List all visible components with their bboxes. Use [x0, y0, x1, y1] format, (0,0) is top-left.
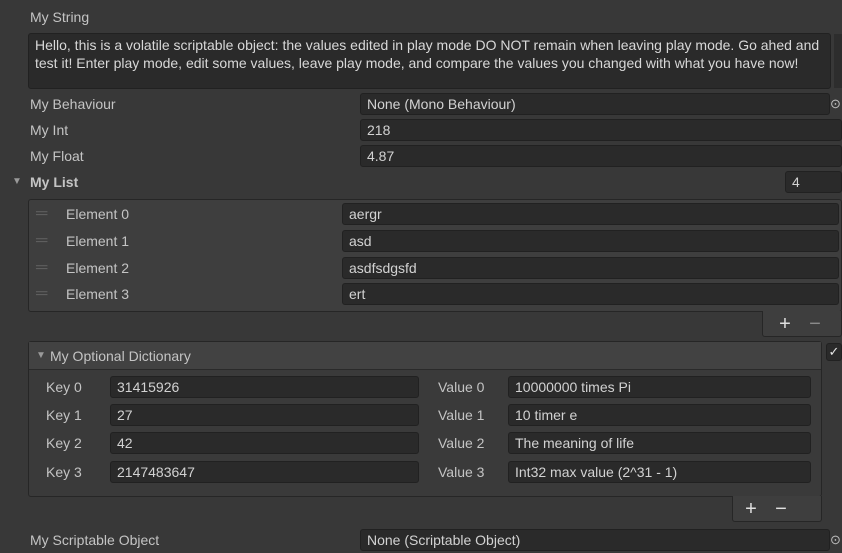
- list-element-label: Element 0: [66, 206, 130, 222]
- dict-value-label: Value 0: [438, 379, 485, 395]
- my-string-textarea[interactable]: Hello, this is a volatile scriptable obj…: [28, 33, 831, 89]
- drag-handle-icon[interactable]: ═: [36, 283, 47, 305]
- dictionary-enabled-checkbox[interactable]: ✓: [826, 343, 842, 361]
- my-behaviour-field[interactable]: None (Mono Behaviour): [360, 93, 830, 115]
- dict-key-label: Key 0: [46, 379, 82, 395]
- list-element-field[interactable]: aergr: [342, 203, 839, 225]
- my-list-size-field[interactable]: 4: [785, 171, 842, 193]
- drag-handle-icon[interactable]: ═: [36, 230, 47, 252]
- dict-key-label: Key 1: [46, 407, 82, 423]
- my-string-scrollbar[interactable]: [834, 34, 842, 88]
- my-float-label: My Float: [30, 148, 84, 164]
- dict-key-field[interactable]: 2147483647: [110, 461, 419, 483]
- dict-key-label: Key 2: [46, 435, 82, 451]
- dict-key-label: Key 3: [46, 464, 82, 480]
- dict-key-field[interactable]: 27: [110, 404, 419, 426]
- drag-handle-icon[interactable]: ═: [36, 257, 47, 279]
- dict-key-field[interactable]: 31415926: [110, 376, 419, 398]
- dict-remove-button[interactable]: −: [770, 497, 792, 521]
- list-remove-button[interactable]: −: [804, 312, 826, 336]
- list-element-field[interactable]: asdfsdgsfd: [342, 257, 839, 279]
- drag-handle-icon[interactable]: ═: [36, 203, 47, 225]
- object-picker-icon[interactable]: ⊙: [830, 93, 842, 115]
- my-dictionary-foldout-icon[interactable]: ▼: [36, 345, 46, 367]
- my-float-field[interactable]: 4.87: [360, 145, 842, 167]
- my-list-foldout-icon[interactable]: ▼: [12, 171, 22, 193]
- list-element-label: Element 2: [66, 260, 130, 276]
- dict-value-label: Value 3: [438, 464, 485, 480]
- my-behaviour-label: My Behaviour: [30, 96, 116, 112]
- object-picker-icon[interactable]: ⊙: [830, 529, 842, 551]
- my-int-field[interactable]: 218: [360, 119, 842, 141]
- my-list-label[interactable]: My List: [30, 171, 78, 193]
- list-element-field[interactable]: asd: [342, 230, 839, 252]
- list-element-label: Element 1: [66, 233, 130, 249]
- list-element-field[interactable]: ert: [342, 283, 839, 305]
- dict-value-field[interactable]: 10 timer e: [508, 404, 811, 426]
- dict-add-button[interactable]: +: [740, 497, 762, 521]
- list-element-label: Element 3: [66, 286, 130, 302]
- my-dictionary-label[interactable]: My Optional Dictionary: [50, 345, 191, 367]
- dict-value-field[interactable]: 10000000 times Pi: [508, 376, 811, 398]
- dict-value-field[interactable]: The meaning of life: [508, 432, 811, 454]
- my-scriptable-object-field[interactable]: None (Scriptable Object): [360, 529, 830, 551]
- my-scriptable-object-label: My Scriptable Object: [30, 532, 160, 548]
- dict-key-field[interactable]: 42: [110, 432, 419, 454]
- list-add-button[interactable]: +: [774, 312, 796, 336]
- dict-value-label: Value 1: [438, 407, 485, 423]
- my-string-label: My String: [30, 9, 90, 25]
- dict-value-field[interactable]: Int32 max value (2^31 - 1): [508, 461, 811, 483]
- dict-value-label: Value 2: [438, 435, 485, 451]
- my-int-label: My Int: [30, 122, 69, 138]
